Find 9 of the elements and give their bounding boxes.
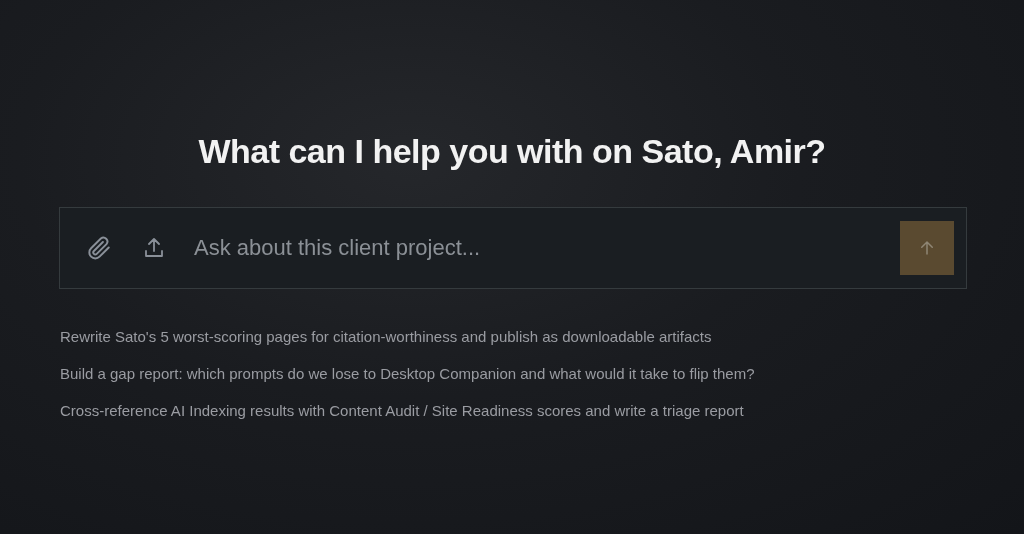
suggestion-link[interactable]: Rewrite Sato's 5 worst-scoring pages for citation-worthiness and publish as downloadable artifacts bbox=[60, 329, 712, 344]
page-heading: What can I help you with on Sato, Amir? bbox=[197, 132, 827, 171]
chat-input-field[interactable]: Ask about this client project... bbox=[192, 234, 900, 262]
paperclip-icon[interactable] bbox=[86, 235, 112, 261]
arrow-up-icon bbox=[918, 239, 936, 257]
chat-composer[interactable]: Ask about this client project... bbox=[59, 207, 967, 289]
suggestion-link[interactable]: Build a gap report: which prompts do we lose to Desktop Companion and what would it take to flip them? bbox=[60, 366, 755, 381]
upload-icon[interactable] bbox=[142, 236, 166, 260]
suggestion-link[interactable]: Cross-reference AI Indexing results with Content Audit / Site Readiness scores and write a triage report bbox=[60, 403, 744, 418]
